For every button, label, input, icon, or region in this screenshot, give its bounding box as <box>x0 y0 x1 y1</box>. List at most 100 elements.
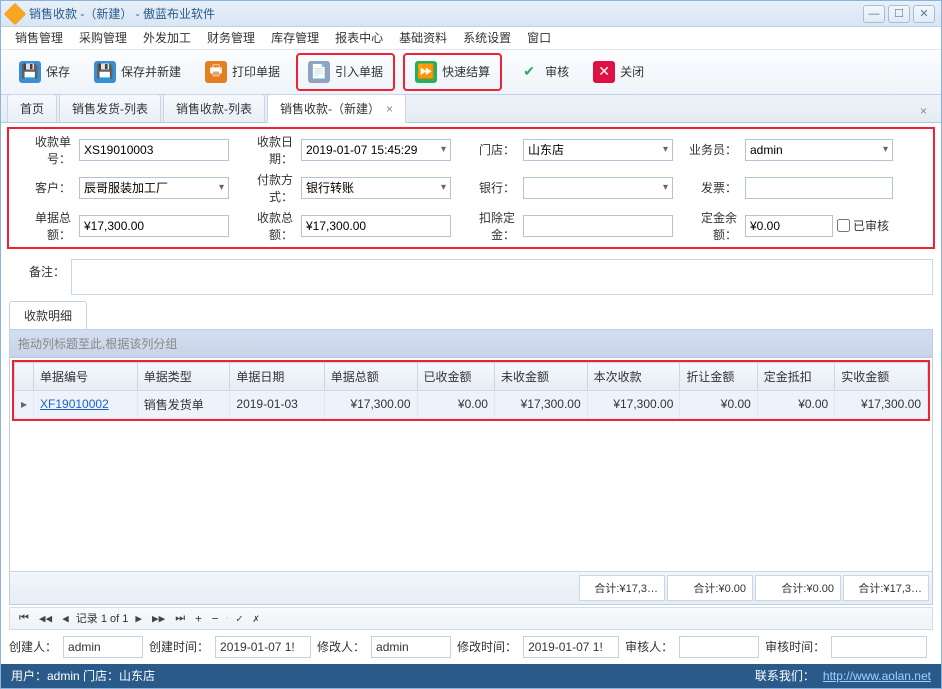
remark-row: 备注： <box>9 259 933 295</box>
approved-checkbox[interactable]: 已审核 <box>837 217 889 234</box>
tab-sales-delivery-list[interactable]: 销售发货-列表 <box>59 94 161 122</box>
col-received[interactable]: 已收金额 <box>417 362 494 390</box>
label-invoice: 发票： <box>679 179 739 196</box>
print-button[interactable]: 🖶打印单据 <box>197 57 288 87</box>
menu-sales[interactable]: 销售管理 <box>11 27 67 48</box>
approver-field <box>679 636 759 658</box>
group-by-hint: 拖动列标题至此,根据该列分组 <box>10 330 932 358</box>
col-doc-no[interactable]: 单据编号 <box>34 362 138 390</box>
cell-doc-type: 销售发货单 <box>137 390 230 418</box>
import-highlight: 📄引入单据 <box>296 53 395 91</box>
label-bank: 银行： <box>457 179 517 196</box>
label-store: 门店： <box>457 141 517 158</box>
maximize-button[interactable]: ☐ <box>888 5 910 23</box>
quick-calc-button[interactable]: ⏩快速结算 <box>407 57 498 87</box>
pg-confirm[interactable]: ✓ <box>233 612 246 625</box>
tab-close-icon[interactable]: × <box>386 102 393 116</box>
menu-settings[interactable]: 系统设置 <box>459 27 515 48</box>
tab-strip: 首页 销售发货-列表 销售收款-列表 销售收款-（新建）× × <box>1 95 941 123</box>
approve-button[interactable]: ✔审核 <box>510 57 577 87</box>
save-button[interactable]: 💾保存 <box>11 57 78 87</box>
tab-sales-receipt-list[interactable]: 销售收款-列表 <box>163 94 265 122</box>
label-total-amount: 单据总额： <box>13 209 73 243</box>
pg-remove[interactable]: − <box>209 612 222 625</box>
col-doc-type[interactable]: 单据类型 <box>137 362 230 390</box>
remark-field[interactable] <box>71 259 933 295</box>
total-amount-field[interactable] <box>79 215 229 237</box>
pg-add[interactable]: + <box>192 612 205 625</box>
summary-deposit: 合计:¥0.00 <box>755 575 841 601</box>
cell-this-receipt: ¥17,300.00 <box>587 390 680 418</box>
modify-time-field: 2019-01-07 1! <box>523 636 619 658</box>
form-panel: 收款单号： 收款日期： 门店： 业务员： 客户： 付款方式： 银行： 发票： 单… <box>7 127 935 249</box>
col-deposit[interactable]: 定金抵扣 <box>757 362 834 390</box>
app-window: 销售收款 -（新建） - 傲蓝布业软件 — ☐ ✕ 销售管理 采购管理 外发加工… <box>0 0 942 689</box>
label-receipt-no: 收款单号： <box>13 133 73 167</box>
receipt-no-field[interactable] <box>79 139 229 161</box>
pg-prev[interactable]: ◀ <box>59 612 72 625</box>
create-time-field: 2019-01-07 1! <box>215 636 311 658</box>
receipt-total-field[interactable] <box>301 215 451 237</box>
subtab-receipt-detail[interactable]: 收款明细 <box>9 301 87 329</box>
cell-discount: ¥0.00 <box>680 390 757 418</box>
col-this-receipt[interactable]: 本次收款 <box>587 362 680 390</box>
pg-next-page[interactable]: ▶▶ <box>149 612 168 625</box>
receipt-date-field[interactable] <box>301 139 451 161</box>
menu-masterdata[interactable]: 基础资料 <box>395 27 451 48</box>
pg-cancel[interactable]: ✗ <box>250 612 263 625</box>
save-new-button[interactable]: 💾保存并新建 <box>86 57 189 87</box>
row-indicator-icon: ▸ <box>15 390 34 418</box>
col-total[interactable]: 单据总额 <box>324 362 417 390</box>
pg-next[interactable]: ▶ <box>132 612 145 625</box>
cell-doc-date: 2019-01-03 <box>230 390 324 418</box>
menu-window[interactable]: 窗口 <box>523 27 555 48</box>
label-remark: 备注： <box>9 259 65 280</box>
quickcalc-highlight: ⏩快速结算 <box>403 53 502 91</box>
detail-grid-area: 拖动列标题至此,根据该列分组 单据编号 单据类型 单据日期 单据总额 已收金额 … <box>9 329 933 606</box>
bank-field[interactable] <box>523 177 673 199</box>
row-indicator-header <box>15 362 34 390</box>
print-icon: 🖶 <box>205 61 227 83</box>
pg-prev-page[interactable]: ◀◀ <box>36 612 55 625</box>
tab-home[interactable]: 首页 <box>7 94 57 122</box>
customer-field[interactable] <box>79 177 229 199</box>
deduct-deposit-field[interactable] <box>523 215 673 237</box>
approve-time-field <box>831 636 927 658</box>
status-bar: 用户：admin 门店：山东店 联系我们： http://www.aolan.n… <box>1 664 941 688</box>
save-icon: 💾 <box>19 61 41 83</box>
table-row[interactable]: ▸ XF19010002 销售发货单 2019-01-03 ¥17,300.00… <box>15 390 928 418</box>
grid-highlight: 单据编号 单据类型 单据日期 单据总额 已收金额 未收金额 本次收款 折让金额 … <box>12 360 930 421</box>
payment-method-field[interactable] <box>301 177 451 199</box>
close-button[interactable]: ✕关闭 <box>585 57 652 87</box>
import-button[interactable]: 📄引入单据 <box>300 57 391 87</box>
invoice-field[interactable] <box>745 177 893 199</box>
store-field[interactable] <box>523 139 673 161</box>
cell-received: ¥0.00 <box>417 390 494 418</box>
cell-deposit: ¥0.00 <box>757 390 834 418</box>
tabstrip-close[interactable]: × <box>912 100 935 122</box>
deposit-balance-field[interactable] <box>745 215 833 237</box>
label-approver: 审核人： <box>625 638 673 655</box>
col-discount[interactable]: 折让金额 <box>680 362 757 390</box>
close-window-button[interactable]: ✕ <box>913 5 935 23</box>
tab-sales-receipt-new[interactable]: 销售收款-（新建）× <box>267 94 406 123</box>
menu-reports[interactable]: 报表中心 <box>331 27 387 48</box>
col-doc-date[interactable]: 单据日期 <box>230 362 324 390</box>
pg-first[interactable]: ⏮ <box>16 611 32 625</box>
cell-doc-no[interactable]: XF19010002 <box>34 390 138 418</box>
salesperson-field[interactable] <box>745 139 893 161</box>
creator-field: admin <box>63 636 143 658</box>
col-actual[interactable]: 实收金额 <box>835 362 928 390</box>
menu-purchase[interactable]: 采购管理 <box>75 27 131 48</box>
minimize-button[interactable]: — <box>863 5 885 23</box>
cell-actual: ¥17,300.00 <box>835 390 928 418</box>
col-unreceived[interactable]: 未收金额 <box>494 362 587 390</box>
import-icon: 📄 <box>308 61 330 83</box>
pg-last[interactable]: ⏭ <box>172 611 188 625</box>
window-controls: — ☐ ✕ <box>863 5 935 23</box>
menu-finance[interactable]: 财务管理 <box>203 27 259 48</box>
label-customer: 客户： <box>13 179 73 196</box>
menu-outsource[interactable]: 外发加工 <box>139 27 195 48</box>
status-url-link[interactable]: http://www.aolan.net <box>823 669 931 683</box>
menu-inventory[interactable]: 库存管理 <box>267 27 323 48</box>
